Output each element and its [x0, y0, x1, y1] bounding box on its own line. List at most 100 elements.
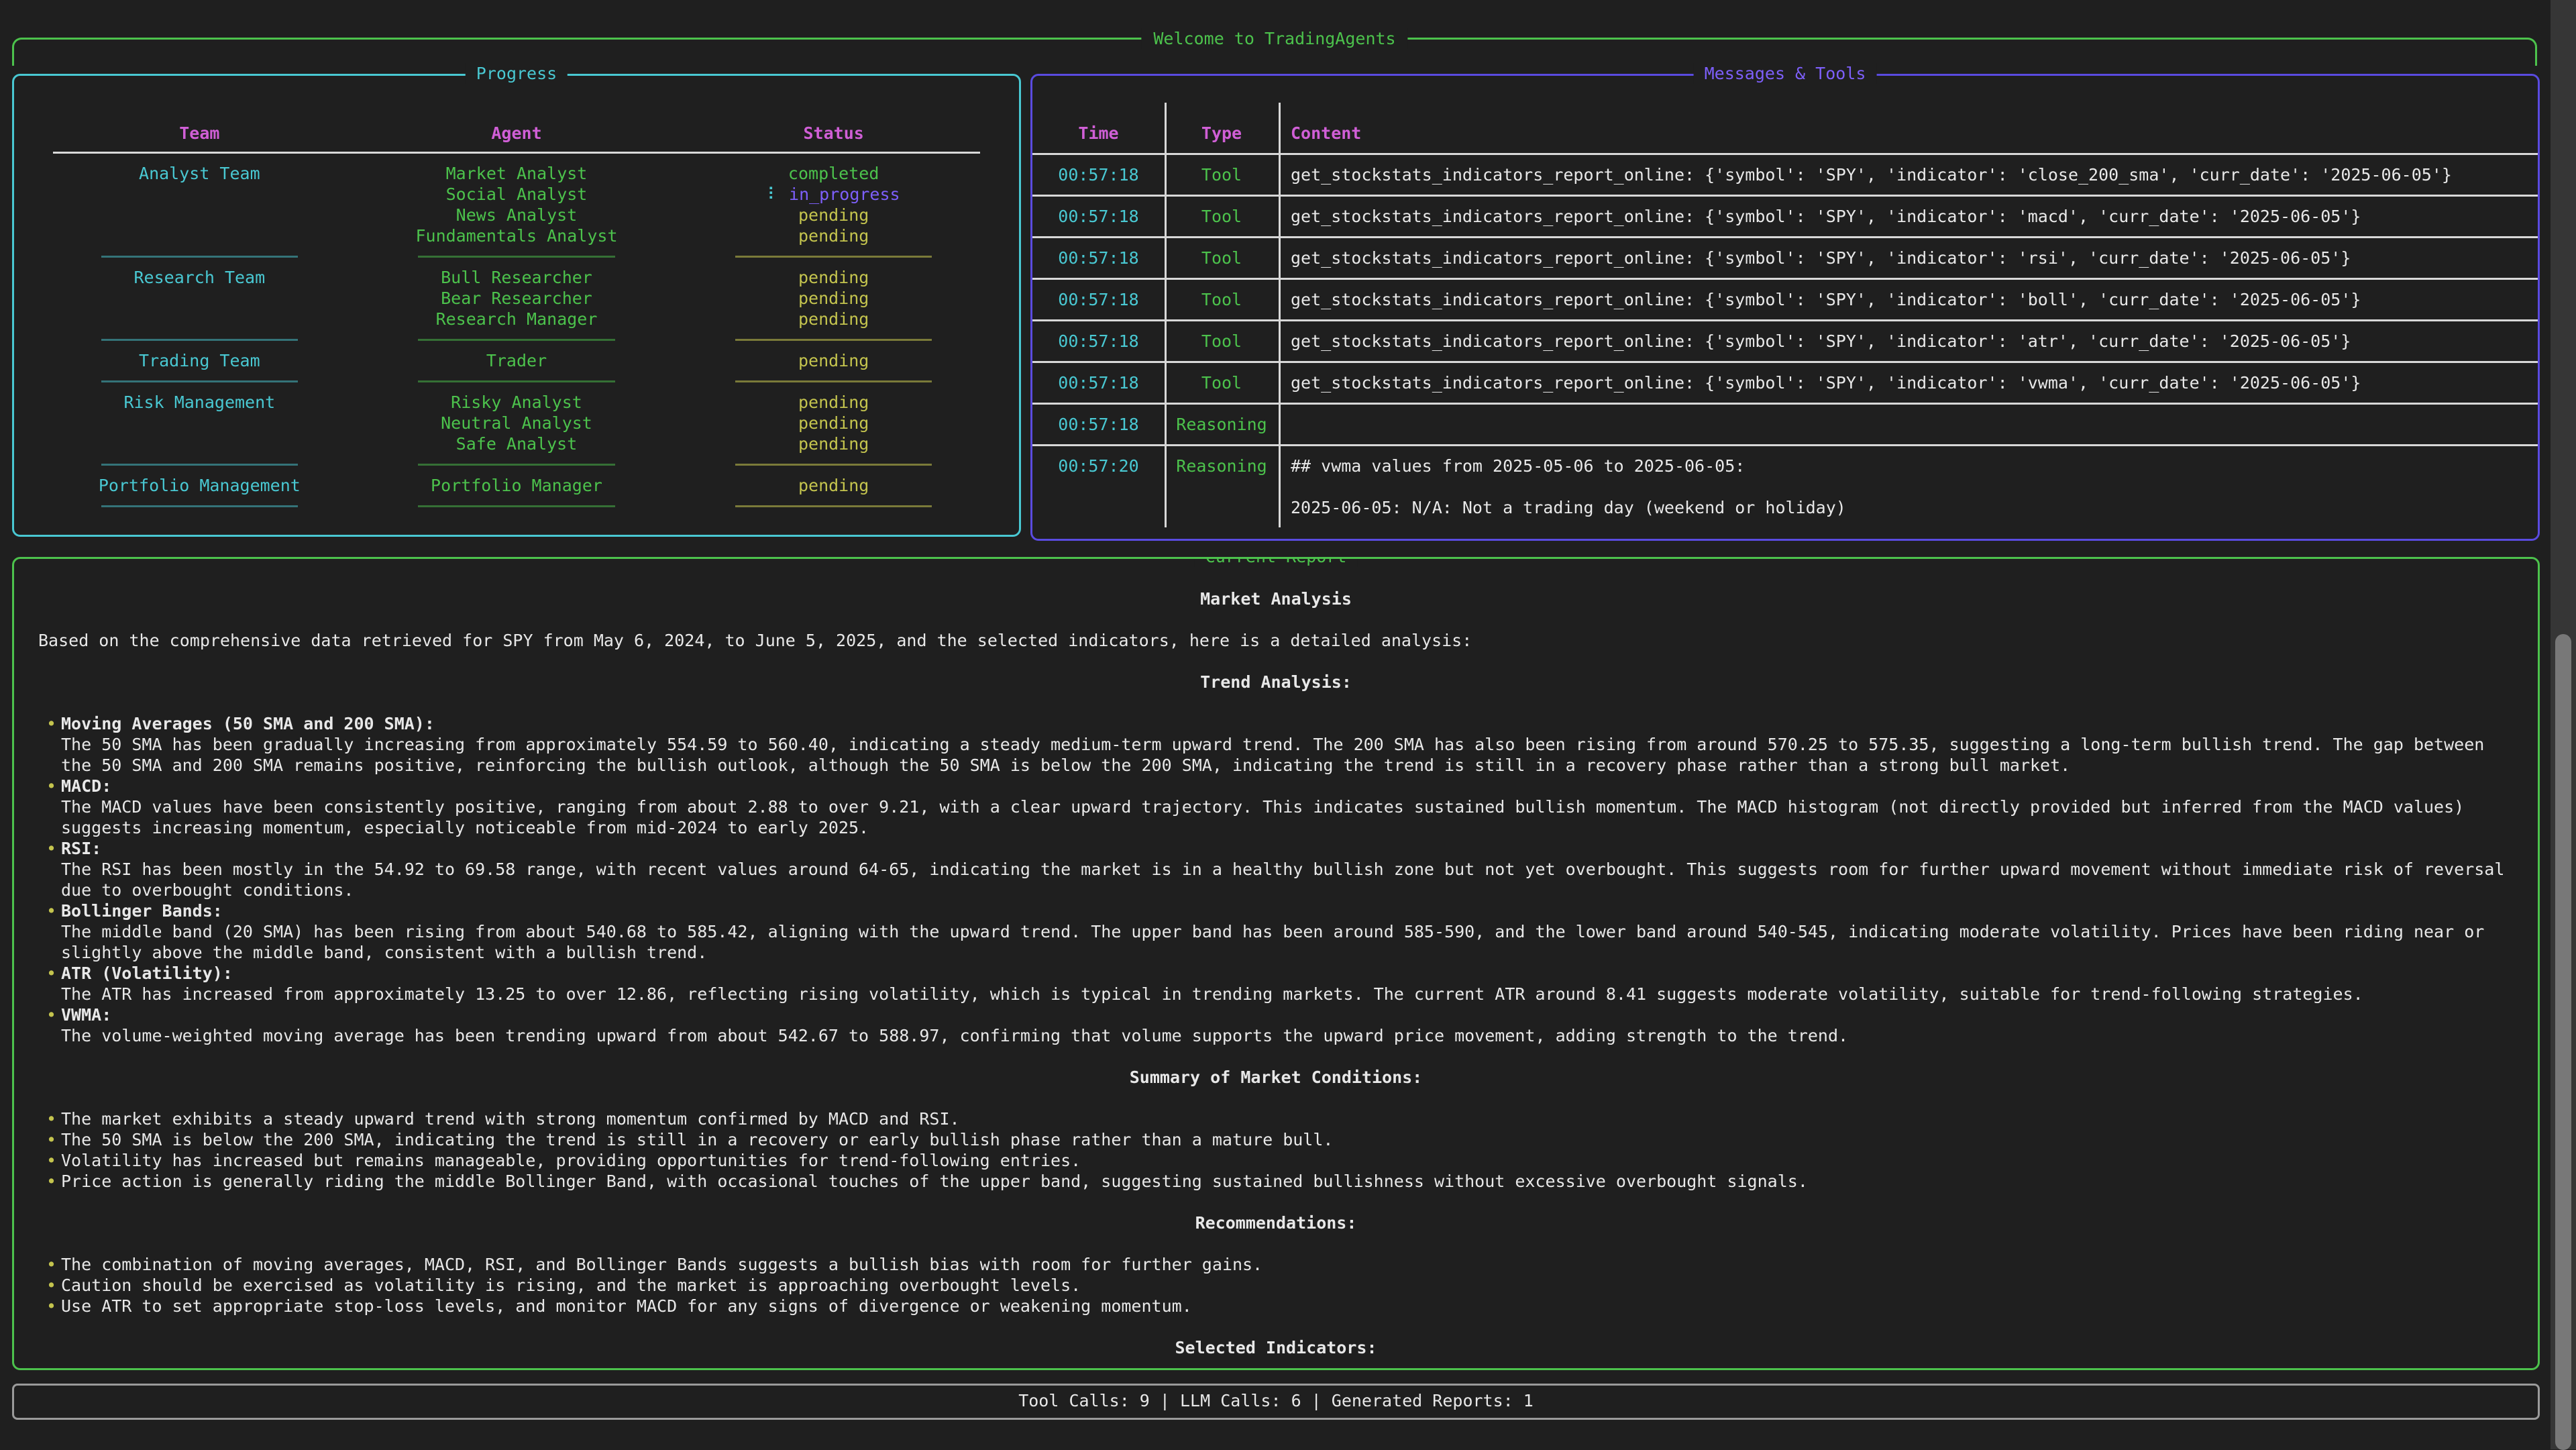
report-panel-title: Current Report	[1195, 557, 1358, 567]
section-heading: Recommendations:	[38, 1212, 2514, 1233]
report-heading: Market Analysis	[38, 588, 2514, 609]
message-row: 00:57:18Toolget_stockstats_indicators_re…	[1032, 155, 2538, 197]
bullet-item: •The market exhibits a steady upward tre…	[38, 1108, 2514, 1129]
spinner-icon: ⠇	[767, 185, 780, 204]
team-cell	[41, 205, 358, 225]
column-divider	[1279, 103, 1281, 527]
bullet-item: •Volatility has increased but remains ma…	[38, 1150, 2514, 1171]
status-label: pending	[798, 309, 869, 329]
bullet-marker: •	[38, 1150, 61, 1171]
status-cell: pending	[675, 267, 992, 288]
agent-cell: Market Analyst	[358, 163, 676, 184]
team-cell	[41, 184, 358, 205]
type-cell: Reasoning	[1165, 446, 1279, 527]
progress-row: Neutral Analystpending	[41, 413, 992, 433]
status-cell: pending	[675, 205, 992, 225]
status-cell: ⠇in_progress	[675, 184, 992, 205]
agent-cell: Bear Researcher	[358, 288, 676, 309]
content-cell: get_stockstats_indicators_report_online:…	[1279, 238, 2538, 278]
welcome-header: Welcome to TradingAgents	[12, 38, 2537, 66]
progress-row: Research Manager pending	[41, 309, 992, 329]
time-cell: 00:57:18	[1032, 321, 1165, 361]
group-separator	[41, 496, 992, 517]
report-sections: Trend Analysis:•Moving Averages (50 SMA …	[38, 672, 2514, 1358]
report-panel: Current Report Market Analysis Based on …	[12, 557, 2540, 1370]
agent-cell: Trader	[358, 350, 676, 371]
type-cell: Tool	[1165, 155, 1279, 195]
agent-cell: Fundamentals Analyst	[358, 225, 676, 246]
progress-panel: Progress Team Agent Status Analyst TeamM…	[12, 74, 1021, 537]
bullet-marker: •	[38, 713, 61, 776]
progress-col-status: Status	[675, 123, 992, 144]
column-divider	[1165, 103, 1167, 527]
bullet-text: Volatility has increased but remains man…	[61, 1150, 2514, 1171]
team-cell: Analyst Team	[41, 163, 358, 184]
progress-row: Analyst TeamMarket Analyst completed	[41, 163, 992, 184]
message-row: 00:57:20Reasoning## vwma values from 202…	[1032, 446, 2538, 527]
status-label: completed	[788, 164, 879, 183]
status-cell: pending	[675, 413, 992, 433]
bullet-item: •Moving Averages (50 SMA and 200 SMA):Th…	[38, 713, 2514, 776]
agent-cell: Research Manager	[358, 309, 676, 329]
team-cell: Risk Management	[41, 392, 358, 413]
group-separator	[41, 329, 992, 350]
team-cell: Trading Team	[41, 350, 358, 371]
bullet-text: The MACD values have been consistently p…	[61, 796, 2514, 838]
scrollbar-thumb[interactable]	[2555, 634, 2571, 1450]
status-cell: pending	[675, 433, 992, 454]
bullet-text: The middle band (20 SMA) has been rising…	[61, 921, 2514, 963]
progress-row: Trading TeamTrader pending	[41, 350, 992, 371]
content-cell	[1279, 405, 2538, 444]
bullet-item: •Price action is generally riding the mi…	[38, 1171, 2514, 1192]
team-cell	[41, 309, 358, 329]
team-cell	[41, 433, 358, 454]
status-cell: pending	[675, 288, 992, 309]
message-row: 00:57:18Toolget_stockstats_indicators_re…	[1032, 363, 2538, 405]
bullet-term: Moving Averages (50 SMA and 200 SMA):	[61, 713, 2514, 734]
progress-table: Team Agent Status Analyst TeamMarket Ana…	[14, 76, 1019, 517]
status-cell: completed	[675, 163, 992, 184]
bullet-marker: •	[38, 1254, 61, 1275]
bullet-item: •The 50 SMA is below the 200 SMA, indica…	[38, 1129, 2514, 1150]
status-cell: pending	[675, 475, 992, 496]
team-cell	[41, 288, 358, 309]
status-label: pending	[798, 434, 869, 454]
bullet-marker: •	[38, 1129, 61, 1150]
time-cell: 00:57:18	[1032, 405, 1165, 444]
bullet-item: •Bollinger Bands:The middle band (20 SMA…	[38, 900, 2514, 963]
type-cell: Reasoning	[1165, 405, 1279, 444]
report-content: Market Analysis Based on the comprehensi…	[14, 559, 2538, 1358]
bullet-item: •VWMA:The volume-weighted moving average…	[38, 1004, 2514, 1046]
status-label: pending	[798, 413, 869, 433]
bullet-marker: •	[38, 1004, 61, 1046]
time-cell: 00:57:18	[1032, 238, 1165, 278]
content-cell: get_stockstats_indicators_report_online:…	[1279, 363, 2538, 403]
progress-row: Portfolio ManagementPortfolio Managerpen…	[41, 475, 992, 496]
progress-col-team: Team	[41, 123, 358, 144]
status-label: pending	[798, 268, 869, 287]
progress-header-separator	[53, 152, 980, 154]
bullet-term: MACD:	[61, 776, 2514, 796]
message-row: 00:57:18Toolget_stockstats_indicators_re…	[1032, 321, 2538, 363]
message-row: 00:57:18Reasoning	[1032, 405, 2538, 446]
welcome-title: Welcome to TradingAgents	[1141, 28, 1407, 49]
bullet-term: ATR (Volatility):	[61, 963, 2514, 984]
bullet-text: The combination of moving averages, MACD…	[61, 1254, 2514, 1275]
bullet-text: The 50 SMA is below the 200 SMA, indicat…	[61, 1129, 2514, 1150]
content-cell: get_stockstats_indicators_report_online:…	[1279, 321, 2538, 361]
bullet-term: VWMA:	[61, 1004, 2514, 1025]
bullet-text: The ATR has increased from approximately…	[61, 984, 2514, 1004]
messages-panel: Messages & Tools Time Type Content 00:57…	[1030, 74, 2540, 541]
messages-col-content: Content	[1279, 123, 2538, 144]
bullet-text: The RSI has been mostly in the 54.92 to …	[61, 859, 2514, 900]
terminal-screen: Welcome to TradingAgents Progress Team A…	[0, 0, 2576, 1449]
agent-cell: Social Analyst	[358, 184, 676, 205]
progress-row: Fundamentals Analystpending	[41, 225, 992, 246]
status-label: pending	[798, 351, 869, 370]
status-cell: pending	[675, 309, 992, 329]
bullet-marker: •	[38, 963, 61, 1004]
scrollbar[interactable]	[2551, 0, 2576, 1449]
progress-row: Social Analyst⠇in_progress	[41, 184, 992, 205]
message-row: 00:57:18Toolget_stockstats_indicators_re…	[1032, 280, 2538, 321]
status-label: pending	[798, 393, 869, 412]
